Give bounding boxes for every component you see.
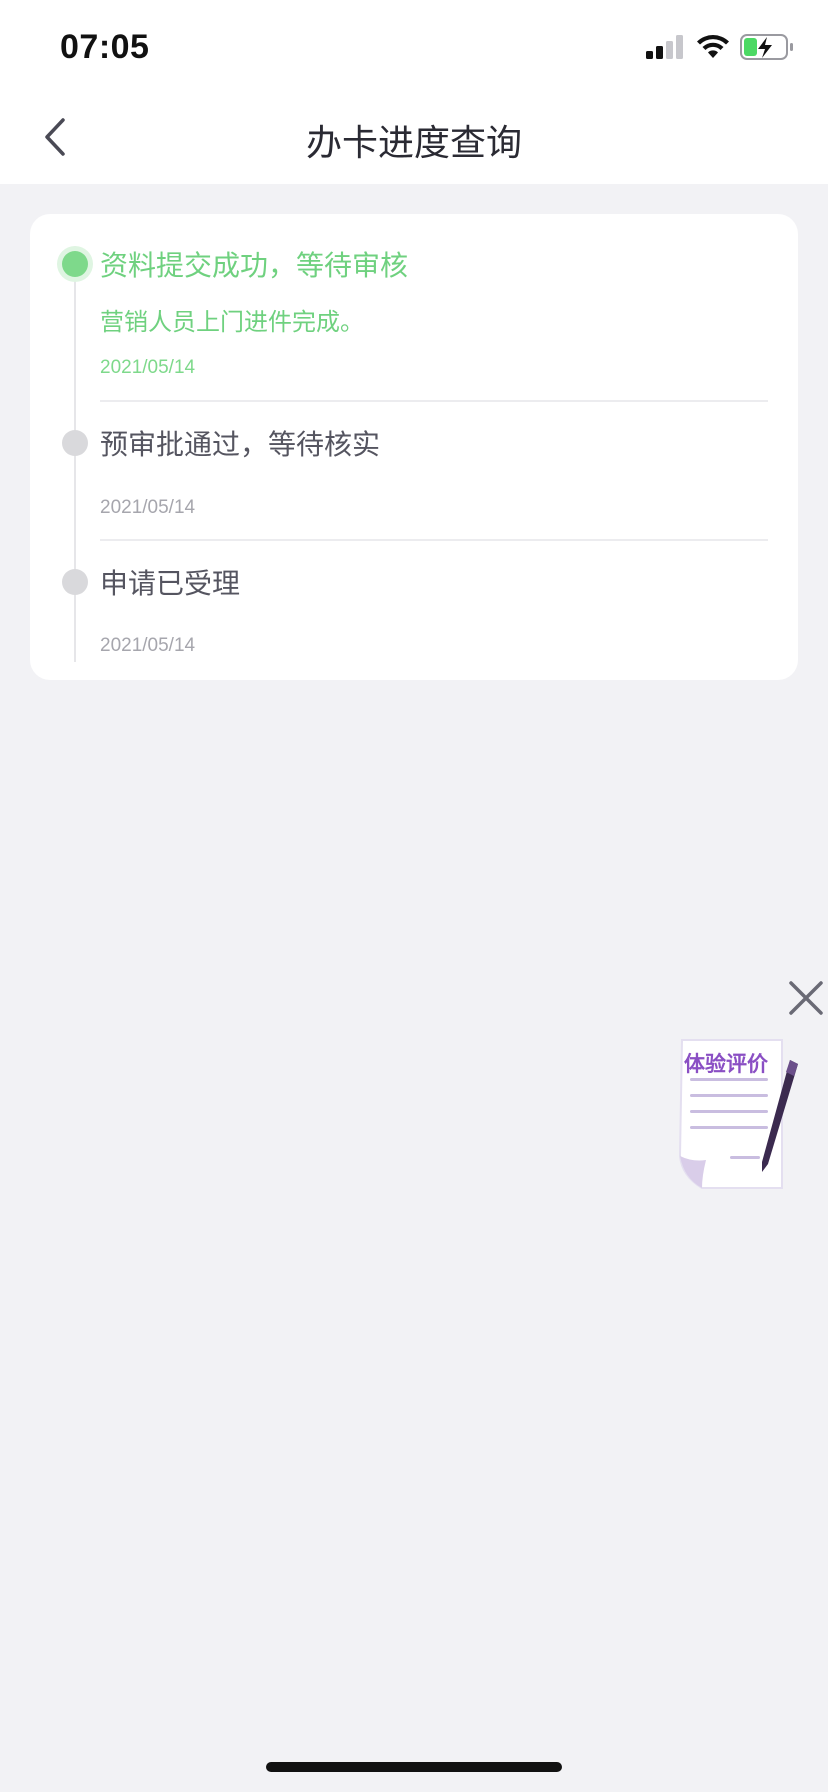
timeline-dot [62,569,88,595]
wifi-icon [697,35,729,58]
step-title: 资料提交成功，等待审核 [100,249,409,282]
signal-icon [646,35,683,59]
timeline-dot [62,430,88,456]
page-title: 办卡进度查询 [305,123,522,164]
evaluation-label: 体验评价 [684,1052,768,1076]
close-float-button[interactable] [786,978,826,1018]
step-title: 预审批通过，等待核实 [100,428,381,461]
close-icon [789,981,823,1015]
home-indicator [266,1762,562,1772]
step-description: 营销人员上门进件完成。 [100,308,364,336]
battery-charging-icon [740,34,793,60]
step-date: 2021/05/14 [100,357,196,378]
status-icons [646,34,794,60]
nav-bar: 办卡进度查询 [0,92,828,184]
timeline-line [74,262,76,662]
step-date: 2021/05/14 [100,635,196,656]
status-bar: 07:05 [0,0,828,92]
progress-card: 资料提交成功，等待审核 营销人员上门进件完成。 2021/05/14 预审批通过… [30,214,798,680]
step-date: 2021/05/14 [100,497,196,518]
divider [100,539,768,541]
step-title: 申请已受理 [100,567,241,600]
timeline-dot-active [62,251,88,277]
status-time: 07:05 [60,28,150,66]
experience-evaluation-button[interactable]: 体验评价 [672,1036,802,1196]
divider [100,400,768,402]
